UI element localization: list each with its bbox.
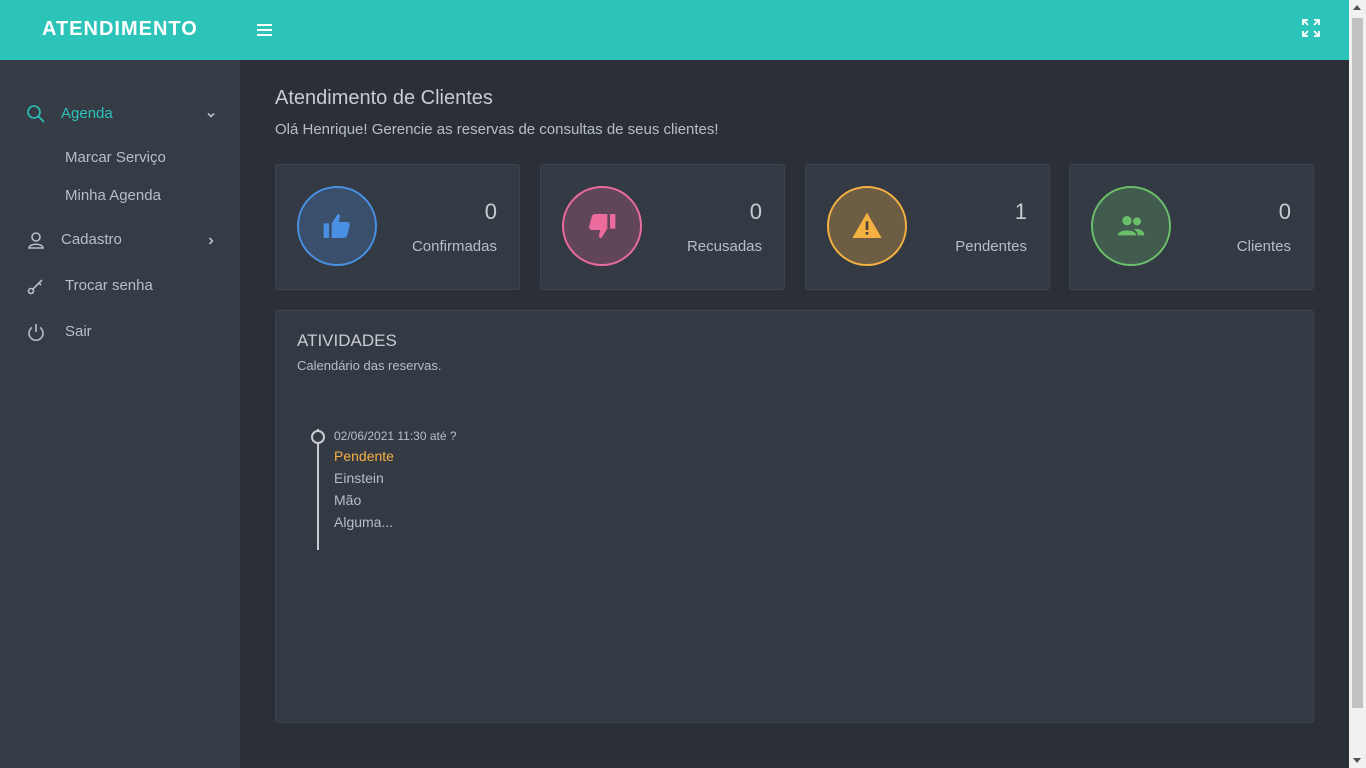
sidebar: Agenda Marcar Serviço Minha Agenda Cadas…	[0, 60, 240, 768]
user-icon	[26, 230, 46, 250]
hamburger-menu-icon[interactable]	[256, 22, 274, 38]
stat-label: Pendentes	[955, 238, 1027, 255]
sidebar-item-cadastro[interactable]: Cadastro	[0, 222, 240, 258]
stat-value: 1	[1014, 199, 1027, 224]
warning-icon	[827, 186, 907, 266]
key-icon	[26, 276, 46, 296]
page-scrollbar[interactable]	[1349, 0, 1366, 768]
sidebar-item-trocar-senha[interactable]: Trocar senha	[0, 268, 240, 304]
stat-value: 0	[1278, 199, 1291, 224]
activities-panel: ATIVIDADES Calendário das reservas. 02/0…	[275, 310, 1314, 723]
sidebar-item-sair[interactable]: Sair	[0, 314, 240, 350]
thumbs-down-icon	[562, 186, 642, 266]
sidebar-item-agenda[interactable]: Agenda	[0, 96, 240, 132]
chevron-down-icon	[205, 108, 217, 120]
activities-subtitle: Calendário das reservas.	[297, 358, 442, 373]
timeline-dot-icon	[311, 430, 325, 444]
sidebar-item-label: Cadastro	[61, 231, 122, 248]
topbar: ATENDIMENTO	[0, 0, 1349, 60]
stat-value: 0	[749, 199, 762, 224]
timeline-event-service: Mão	[334, 492, 362, 508]
timeline-event-date: 02/06/2021 11:30 até ?	[334, 429, 457, 443]
thumbs-up-icon	[297, 186, 377, 266]
sidebar-subitem-minha-agenda[interactable]: Minha Agenda	[65, 187, 161, 204]
timeline-event-client: Einstein	[334, 470, 384, 486]
stat-card-recusadas: 0 Recusadas	[540, 164, 785, 290]
stat-card-pendentes: 1 Pendentes	[805, 164, 1050, 290]
timeline-line	[317, 429, 319, 550]
search-icon	[26, 104, 46, 124]
timeline-event-note: Alguma...	[334, 514, 394, 530]
stat-card-clientes: 0 Clientes	[1069, 164, 1314, 290]
stat-value: 0	[484, 199, 497, 224]
timeline-event-status[interactable]: Pendente	[334, 448, 394, 464]
stat-label: Confirmadas	[411, 238, 497, 255]
stat-label: Recusadas	[686, 238, 762, 255]
sidebar-subitem-marcar-servico[interactable]: Marcar Serviço	[65, 149, 166, 166]
power-icon	[26, 322, 46, 342]
page-title: Atendimento de Clientes	[275, 87, 493, 109]
page-subtitle: Olá Henrique! Gerencie as reservas de co…	[275, 121, 719, 138]
people-icon	[1091, 186, 1171, 266]
scroll-up-icon[interactable]	[1353, 5, 1361, 10]
sidebar-item-label: Agenda	[61, 105, 113, 122]
stat-label: Clientes	[1236, 238, 1291, 255]
sidebar-item-label: Trocar senha	[65, 277, 153, 294]
chevron-right-icon	[205, 234, 217, 246]
sidebar-item-label: Sair	[65, 323, 92, 340]
scroll-down-icon[interactable]	[1353, 758, 1361, 763]
scrollbar-thumb[interactable]	[1352, 18, 1363, 708]
fullscreen-icon[interactable]	[1300, 17, 1322, 39]
brand-logo[interactable]: ATENDIMENTO	[42, 18, 198, 41]
activities-title: ATIVIDADES	[297, 331, 397, 350]
stat-card-confirmadas: 0 Confirmadas	[275, 164, 520, 290]
